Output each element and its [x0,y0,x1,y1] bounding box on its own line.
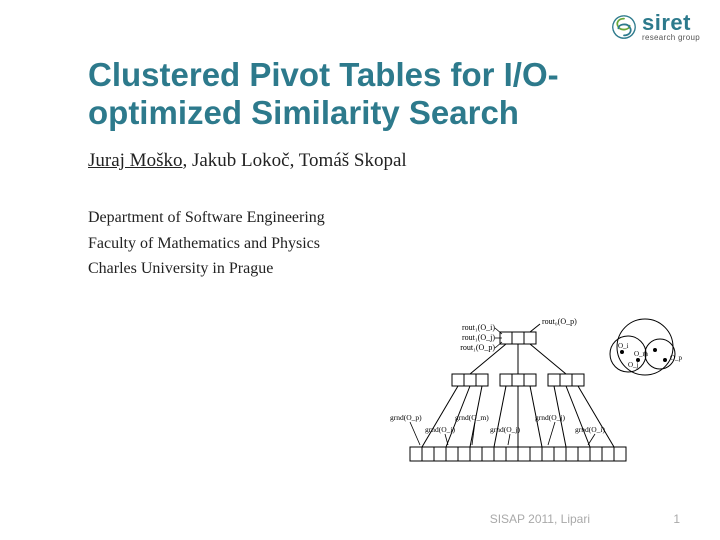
footer-venue: SISAP 2011, Lipari [490,512,590,526]
affiliation-line: Faculty of Mathematics and Physics [88,231,325,257]
diagram-label: grnd(O_m) [455,413,489,422]
diagram-label: rout₀(O_p) [542,317,577,326]
logo: siret research group [610,12,700,42]
affiliation-line: Department of Software Engineering [88,205,325,231]
other-authors: , Jakub Lokoč, Tomáš Skopal [182,150,406,171]
affiliation: Department of Software Engineering Facul… [88,205,325,282]
diagram-label: grnd(O_j) [535,413,565,422]
footer-page: 1 [673,512,680,526]
diagram-label: O_j [628,361,639,369]
diagram-label: O_i [618,342,629,350]
primary-author: Juraj Moško [88,150,182,171]
logo-name: siret [642,12,700,34]
affiliation-line: Charles University in Prague [88,256,325,282]
diagram-label: grnd(O_i) [425,425,455,434]
diagram-label: rout₁(O_i) [462,323,495,332]
diagram-label: rout₁(O_p) [460,343,495,352]
logo-swirl-icon [610,13,638,41]
diagram-label: grnd(O_j) [490,425,520,434]
logo-subtitle: research group [642,34,700,42]
tree-diagram: O_i O_j O_p O_m rout₁(O_i) rout₁(O_j) ro… [370,312,700,492]
diagram-label: grnd(O_i) [575,425,605,434]
diagram-label: grnd(O_p) [390,413,422,422]
diagram-label: O_m [634,350,649,358]
diagram-label: O_p [670,354,683,362]
diagram-label: rout₁(O_j) [462,333,495,342]
slide-title: Clustered Pivot Tables for I/O-optimized… [88,56,680,132]
authors: Juraj Moško, Jakub Lokoč, Tomáš Skopal [88,150,407,172]
